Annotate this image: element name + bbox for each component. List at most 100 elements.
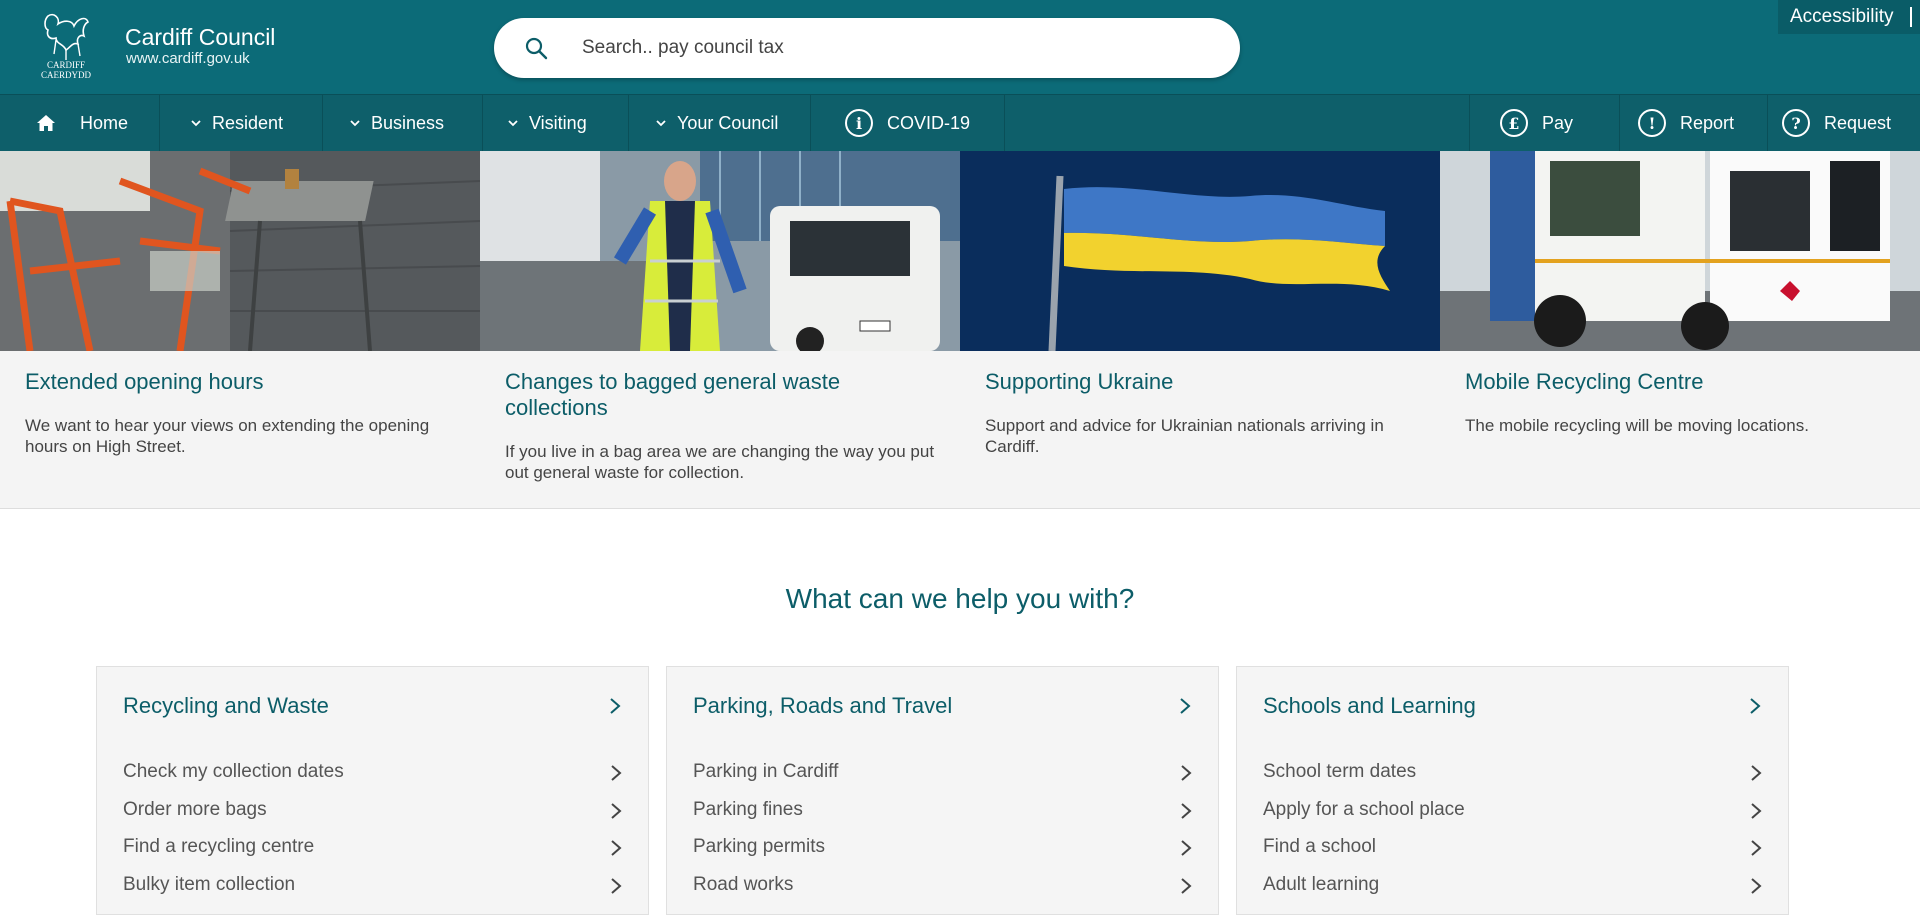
panel-recycling-waste: Recycling and Waste Check my collection … — [96, 666, 649, 915]
chevron-right-icon — [1181, 840, 1192, 856]
search-box[interactable] — [494, 18, 1240, 78]
nav-business[interactable]: Business — [323, 95, 483, 151]
card-image-recycling-truck[interactable] — [1440, 151, 1920, 351]
nav-label: Visiting — [529, 112, 587, 133]
link-label: School term dates — [1263, 761, 1417, 782]
card-text: The mobile recycling will be moving loca… — [1465, 416, 1809, 435]
card-supporting-ukraine[interactable]: Supporting Ukraine Support and advice fo… — [960, 151, 1440, 509]
link-label: Road works — [693, 874, 794, 895]
chevron-right-icon — [611, 803, 622, 819]
search-input[interactable] — [582, 32, 1202, 64]
svg-text:CARDIFF: CARDIFF — [47, 60, 85, 70]
chevron-right-icon — [611, 878, 622, 894]
link-label: Parking permits — [693, 836, 825, 857]
card-image-ukraine-flag[interactable] — [960, 151, 1440, 351]
chevron-right-icon — [1751, 878, 1762, 894]
card-text: Support and advice for Ukrainian nationa… — [985, 416, 1384, 456]
nav-label: Your Council — [677, 112, 779, 133]
panel-link[interactable]: Order more bags — [123, 799, 623, 821]
chevron-down-icon — [656, 120, 666, 127]
panel-link[interactable]: Find a school — [1263, 836, 1763, 858]
card-extended-opening-hours[interactable]: Extended opening hours We want to hear y… — [0, 151, 480, 509]
card-text: If you live in a bag area we are changin… — [505, 442, 935, 482]
question-icon: ? — [1782, 109, 1810, 137]
info-icon: i — [845, 109, 873, 137]
help-heading: What can we help you with? — [785, 583, 1135, 614]
card-image-cafe[interactable] — [0, 151, 480, 351]
link-label: Find a school — [1263, 836, 1377, 857]
chevron-right-icon — [611, 765, 622, 781]
nav-label: COVID-19 — [887, 112, 971, 133]
panel-parking-roads-travel: Parking, Roads and Travel Parking in Car… — [666, 666, 1219, 915]
brand-name[interactable]: Cardiff Council — [125, 24, 275, 51]
nav-request[interactable]: ? Request — [1767, 95, 1920, 151]
chevron-down-icon — [508, 120, 518, 127]
panel-schools-learning: Schools and Learning School term dates A… — [1236, 666, 1789, 915]
panel-link[interactable]: Bulky item collection — [123, 874, 623, 896]
accessibility-button[interactable]: Accessibility — [1778, 0, 1920, 34]
panel-link[interactable]: School term dates — [1263, 761, 1763, 783]
card-text: We want to hear your views on extending … — [25, 416, 430, 456]
chevron-down-icon — [191, 120, 201, 127]
card-title[interactable]: Changes to bagged general waste collecti… — [505, 369, 935, 421]
dragon-icon: CARDIFF CAERDYDD — [41, 13, 92, 80]
panel-title[interactable]: Recycling and Waste — [123, 693, 329, 719]
panel-link[interactable]: Parking in Cardiff — [693, 761, 1193, 783]
pound-icon: £ — [1500, 109, 1528, 137]
site-header: CARDIFF CAERDYDD Cardiff Council www.car… — [0, 0, 1920, 94]
chevron-right-icon — [1751, 840, 1762, 856]
cardiff-logo[interactable]: CARDIFF CAERDYDD — [34, 10, 98, 80]
nav-covid[interactable]: i COVID-19 — [811, 95, 1005, 151]
chevron-right-icon[interactable] — [1178, 697, 1192, 715]
link-label: Find a recycling centre — [123, 836, 315, 857]
link-label: Parking in Cardiff — [693, 761, 839, 782]
chevron-down-icon — [350, 120, 360, 127]
nav-report[interactable]: ! Report — [1619, 95, 1767, 151]
panel-link[interactable]: Road works — [693, 874, 1193, 896]
panel-link[interactable]: Adult learning — [1263, 874, 1763, 896]
nav-home[interactable]: Home — [0, 95, 160, 151]
card-title[interactable]: Mobile Recycling Centre — [1465, 369, 1895, 395]
chevron-right-icon[interactable] — [608, 697, 622, 715]
link-label: Apply for a school place — [1263, 799, 1465, 820]
panel-title[interactable]: Schools and Learning — [1263, 693, 1476, 719]
home-icon — [37, 115, 55, 131]
chevron-right-icon — [1181, 803, 1192, 819]
nav-resident[interactable]: Resident — [160, 95, 323, 151]
nav-label: Resident — [212, 112, 284, 133]
nav-label: Request — [1824, 112, 1892, 133]
brand-url[interactable]: www.cardiff.gov.uk — [126, 50, 250, 67]
chevron-right-icon — [611, 840, 622, 856]
chevron-right-icon — [1751, 803, 1762, 819]
nav-visiting[interactable]: Visiting — [483, 95, 629, 151]
chevron-right-icon — [1181, 878, 1192, 894]
panel-link[interactable]: Parking fines — [693, 799, 1193, 821]
nav-your-council[interactable]: Your Council — [629, 95, 811, 151]
search-icon[interactable] — [524, 36, 548, 60]
chevron-right-icon — [1751, 765, 1762, 781]
panel-link[interactable]: Parking permits — [693, 836, 1193, 858]
card-title[interactable]: Extended opening hours — [25, 369, 455, 395]
chevron-right-icon[interactable] — [1748, 697, 1762, 715]
panel-link[interactable]: Check my collection dates — [123, 761, 623, 783]
panel-title[interactable]: Parking, Roads and Travel — [693, 693, 952, 719]
panel-link[interactable]: Apply for a school place — [1263, 799, 1763, 821]
card-bagged-waste[interactable]: Changes to bagged general waste collecti… — [480, 151, 960, 509]
nav-pay[interactable]: £ Pay — [1469, 95, 1619, 151]
chevron-right-icon — [1181, 765, 1192, 781]
card-image-waste-worker[interactable] — [480, 151, 960, 351]
link-label: Bulky item collection — [123, 874, 296, 895]
panel-link[interactable]: Find a recycling centre — [123, 836, 623, 858]
main-nav: Home Resident Business Visiting Your Cou… — [0, 94, 1920, 151]
nav-label: Report — [1680, 112, 1735, 133]
nav-label: Pay — [1542, 112, 1574, 133]
card-mobile-recycling[interactable]: Mobile Recycling Centre The mobile recyc… — [1440, 151, 1920, 509]
link-label: Order more bags — [123, 799, 267, 820]
svg-text:CAERDYDD: CAERDYDD — [41, 70, 92, 80]
nav-label: Business — [371, 112, 445, 133]
link-label: Adult learning — [1263, 874, 1380, 895]
card-title[interactable]: Supporting Ukraine — [985, 369, 1415, 395]
nav-label: Home — [80, 112, 129, 133]
exclamation-icon: ! — [1638, 109, 1666, 137]
link-label: Parking fines — [693, 799, 803, 820]
